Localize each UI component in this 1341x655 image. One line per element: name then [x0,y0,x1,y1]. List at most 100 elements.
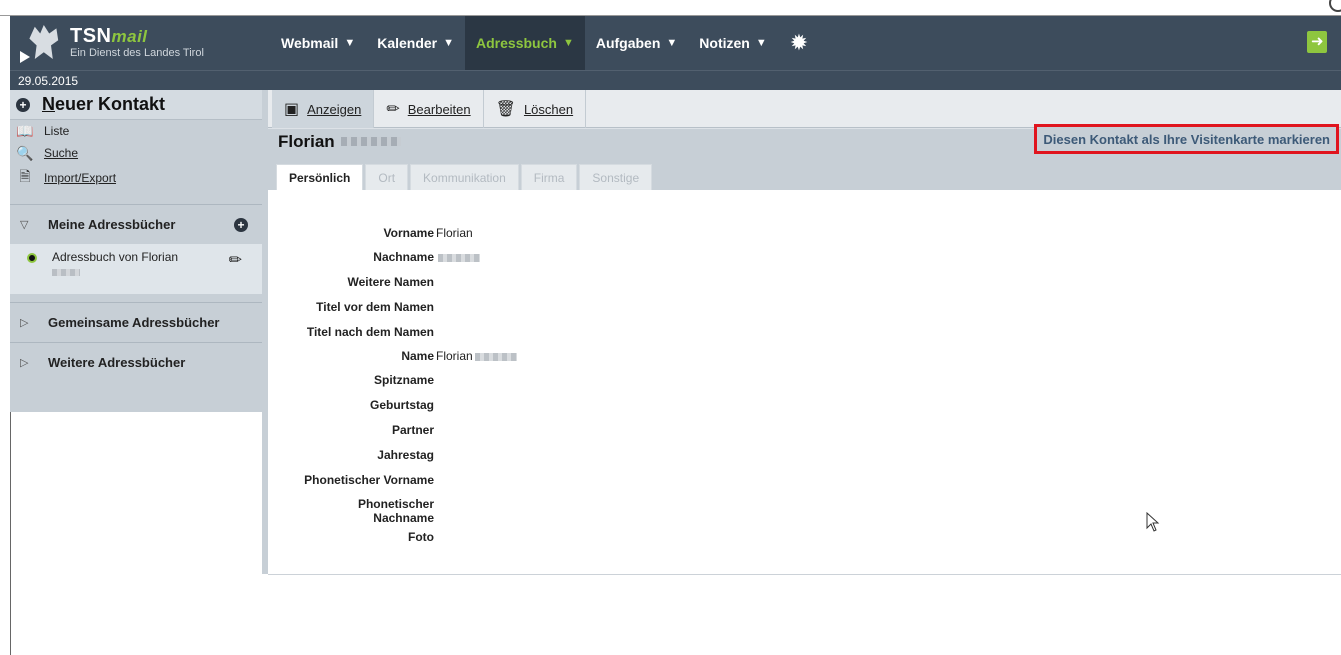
field-value [434,275,436,300]
field-value: Florian [436,226,473,240]
addressbook-item[interactable]: Adressbuch von Florian ✏ [10,244,262,294]
edit-button[interactable]: ✏ Bearbeiten [374,90,484,128]
field-value [434,373,436,398]
main-nav: Webmail ▼ Kalender ▼ Adressbuch ▼ Aufgaben ▼… [270,16,820,70]
redacted-text [52,269,80,276]
search-icon: 🔍 [16,144,34,161]
nav-label: Aufgaben [595,35,661,51]
sidebar-item-label: Liste [44,124,70,138]
field-row: Phonetischer Vorname [268,473,768,497]
section-label: Meine Adressbücher [48,217,176,232]
field-value [434,398,436,423]
app-window: TSNmail Ein Dienst des Landes Tirol Webm… [0,0,1341,655]
nav-kalender[interactable]: Kalender ▼ [366,16,465,70]
field-row: Partner [268,423,768,448]
field-value [434,497,436,530]
caret-down-icon: ▼ [344,37,356,49]
window-frame [0,0,1341,16]
tab-bar: Persönlich Ort Kommunikation Firma Sonst… [268,154,1341,190]
top-header: TSNmail Ein Dienst des Landes Tirol Webm… [10,16,1341,70]
caret-down-icon: ▼ [666,37,678,49]
field-value [434,530,436,550]
tab-firma[interactable]: Firma [520,164,578,190]
redacted-text [438,253,480,262]
field-value [434,473,436,497]
tab-persoenlich[interactable]: Persönlich [276,164,364,190]
book-icon: 📖 [16,122,34,139]
mouse-cursor-icon [1146,512,1160,532]
radio-selected-icon[interactable] [27,253,37,263]
field-label: Titel vor dem Namen [316,300,434,314]
trash-icon: 🗑 [495,101,516,118]
show-button[interactable]: ▣ Anzeigen [272,90,375,128]
contact-card-icon: ▣ [284,101,300,118]
field-value [434,423,436,448]
sidebar-item-suche[interactable]: 🔍 Suche [10,142,262,164]
sidebar-item-import-export[interactable]: 🗎 Import/Export [10,164,262,192]
field-label: Name [401,349,434,363]
field-label: Vorname [383,226,434,240]
plus-circle-icon: + [16,97,30,112]
section-label: Weitere Adressbücher [48,355,186,370]
section-meine-adressbuecher[interactable]: ▽ Meine Adressbücher + [10,204,262,244]
logo[interactable]: TSNmail Ein Dienst des Landes Tirol [10,16,262,70]
field-value [434,448,436,473]
field-row: Name Florian [268,349,768,373]
show-label: Anzeigen [307,101,362,117]
new-contact-button[interactable]: + Neuer Kontakt [10,90,262,120]
field-label: Geburtstag [369,398,434,412]
delete-label: Löschen [523,101,574,117]
pencil-icon: ✏ [386,101,400,118]
logout-icon[interactable]: ➜ [1307,31,1327,53]
field-value [434,325,436,349]
redacted-text [340,137,401,146]
section-weitere-adressbuecher[interactable]: ▷ Weitere Adressbücher [10,342,262,382]
expand-triangle-icon: ▷ [20,357,29,369]
field-value [434,300,436,325]
nav-adressbuch[interactable]: Adressbuch ▼ [465,16,585,70]
new-contact-label: euer Kontakt [55,94,166,114]
caret-down-icon: ▼ [755,37,767,49]
nav-aufgaben[interactable]: Aufgaben ▼ [585,16,688,70]
gear-icon[interactable]: ✹ [778,16,820,70]
pencil-icon[interactable]: ✏ [229,250,242,270]
field-label: Partner [391,423,434,437]
sidebar: + Neuer Kontakt 📖 Liste 🔍 Suche 🗎 Import… [10,90,262,412]
field-row: Foto [268,530,768,550]
logo-subtitle: Ein Dienst des Landes Tirol [70,47,204,59]
nav-label: Kalender [377,35,438,51]
new-contact-accesskey: N [42,94,55,114]
field-label: Foto [408,530,434,544]
field-label: Weitere Namen [347,275,434,289]
nav-label: Adressbuch [476,35,557,51]
eagle-icon [20,23,64,63]
field-row: Weitere Namen [268,275,768,300]
caret-down-icon: ▼ [562,37,574,49]
contact-fields: Vorname Florian Nachname Weitere Namen Ti… [268,226,768,550]
add-addressbook-icon[interactable]: + [234,218,248,232]
field-row: Titel nach dem Namen [268,325,768,349]
tab-ort[interactable]: Ort [365,164,409,190]
field-row: Titel vor dem Namen [268,300,768,325]
delete-button[interactable]: 🗑 Löschen [484,90,587,128]
sidebar-item-liste[interactable]: 📖 Liste [10,120,262,142]
field-row: Jahrestag [268,448,768,473]
tab-kommunikation[interactable]: Kommunikation [410,164,519,190]
field-label: Phonetischer Nachname [357,497,434,525]
logo-title: TSN [70,25,112,47]
field-row: Nachname [268,250,768,275]
tab-sonstige[interactable]: Sonstige [579,164,653,190]
sidebar-item-label: Suche [44,146,79,160]
field-row: Phonetischer Nachname [268,497,768,530]
field-row: Spitzname [268,373,768,398]
divider [268,574,1341,575]
expand-triangle-icon: ▷ [20,317,29,329]
nav-webmail[interactable]: Webmail ▼ [270,16,366,70]
logo-title-suffix: mail [111,27,148,46]
section-label: Gemeinsame Adressbücher [48,315,220,330]
nav-notizen[interactable]: Notizen ▼ [688,16,777,70]
caret-down-icon: ▼ [443,37,455,49]
section-gemeinsame-adressbuecher[interactable]: ▷ Gemeinsame Adressbücher [10,302,262,342]
date-display: 29.05.2015 [10,70,1341,90]
mark-as-vcard-link[interactable]: Diesen Kontakt als Ihre Visitenkarte mar… [1034,124,1339,154]
